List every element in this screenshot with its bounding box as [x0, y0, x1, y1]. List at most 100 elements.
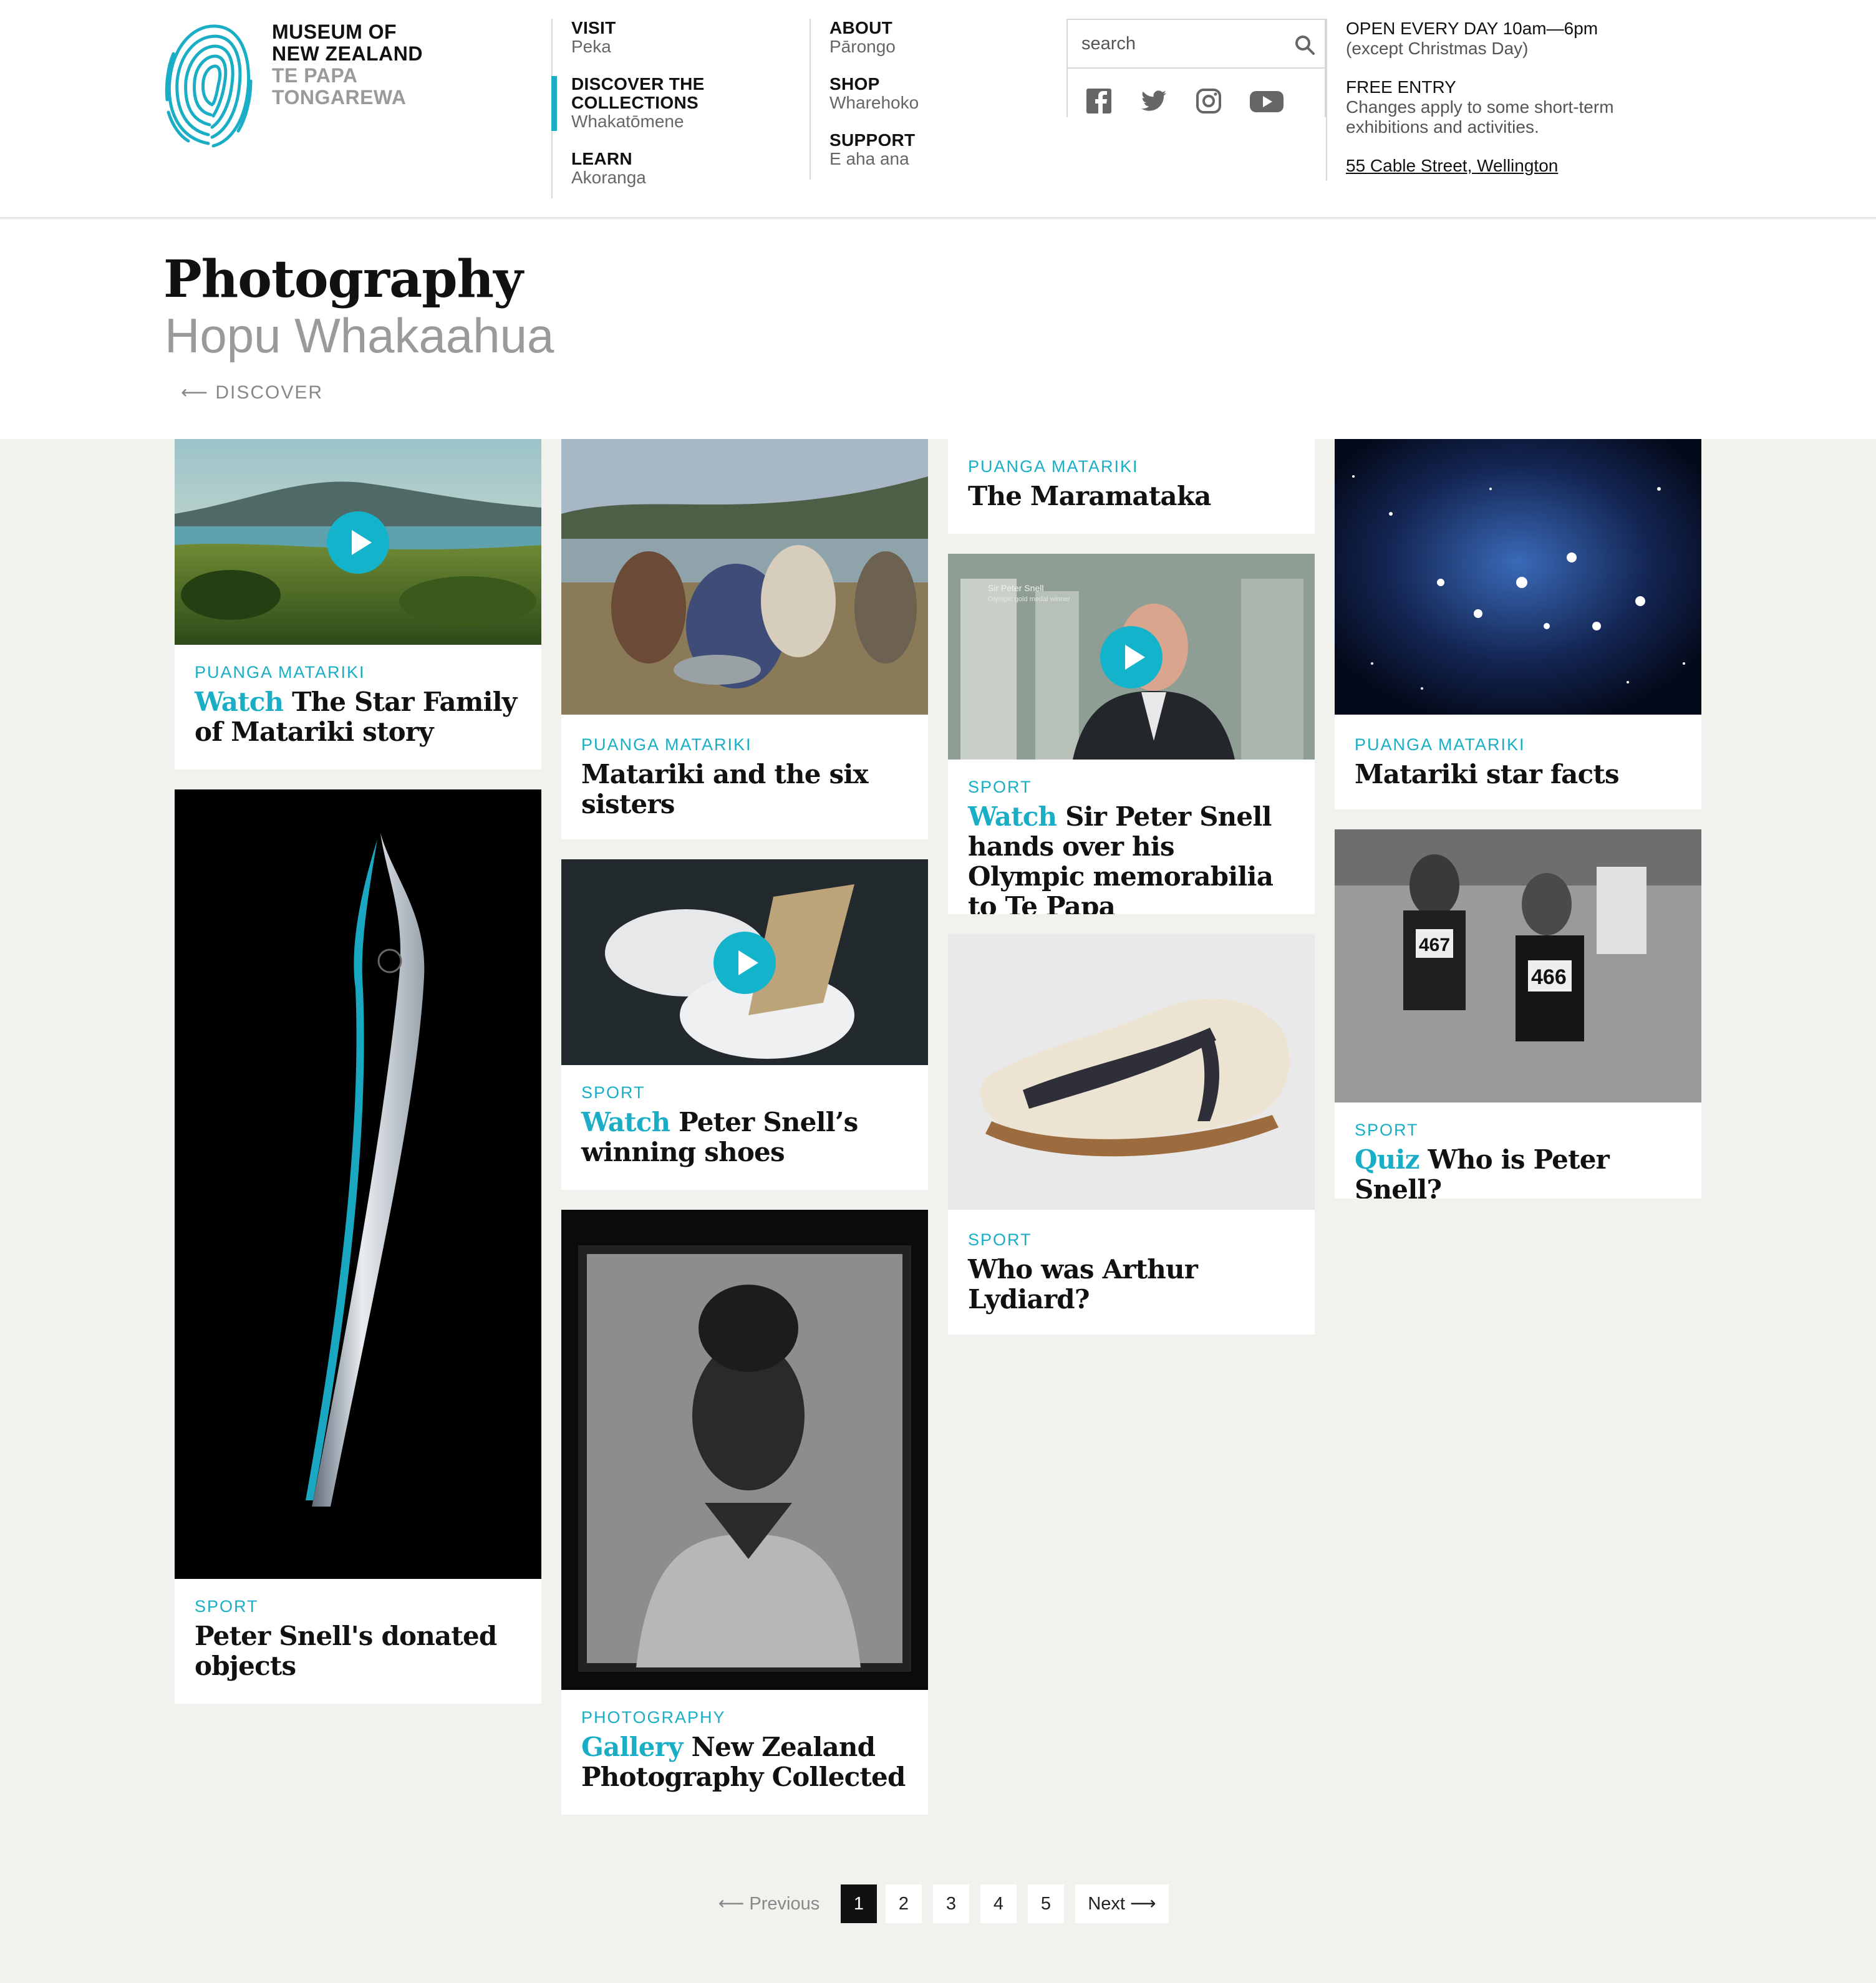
- card-body: SPORT Who was Arthur Lydiard?: [968, 1230, 1297, 1315]
- page-2-button[interactable]: 2: [886, 1884, 922, 1923]
- card-title-text: Matariki star facts: [1355, 759, 1620, 789]
- nav-label: VISIT: [571, 18, 616, 37]
- site-header: MUSEUM OF NEW ZEALAND TE PAPA TONGAREWA …: [0, 0, 1876, 218]
- card-sir-peter-snell-video[interactable]: Sir Peter Snell Olympic gold medal winne…: [948, 554, 1315, 914]
- nav-discover-collections[interactable]: DISCOVER THE COLLECTIONS Whakatōmene: [551, 75, 705, 131]
- card-title-prefix: Watch: [581, 1107, 670, 1137]
- olympic-torch-image: [175, 789, 541, 1579]
- card-peter-snell-quiz[interactable]: 467 466 SPORT Quiz Who is Peter Snell?: [1335, 829, 1701, 1199]
- card-nz-photography-gallery[interactable]: PHOTOGRAPHY Gallery New Zealand Photogra…: [561, 1210, 928, 1815]
- card-title: Peter Snell's donated objects: [195, 1621, 524, 1681]
- address-link[interactable]: 55 Cable Street, Wellington: [1346, 156, 1614, 176]
- opening-hours-note: (except Christmas Day): [1346, 39, 1529, 58]
- search-box: [1068, 19, 1326, 69]
- card-title: Watch The Star Family of Matariki story: [195, 687, 524, 747]
- nav-support[interactable]: SUPPORT E aha ana: [829, 131, 919, 168]
- card-body: PUANGA MATARIKI Matariki and the six sis…: [581, 735, 911, 819]
- card-arthur-lydiard[interactable]: SPORT Who was Arthur Lydiard?: [948, 934, 1315, 1334]
- brand-line-2: NEW ZEALAND: [272, 42, 423, 65]
- running-shoe-image: [948, 934, 1315, 1210]
- opening-hours: OPEN EVERY DAY 10am—6pm: [1346, 19, 1598, 38]
- card-matariki-six-sisters[interactable]: PUANGA MATARIKI Matariki and the six sis…: [561, 439, 928, 839]
- card-title-prefix: Gallery: [581, 1732, 683, 1762]
- entry-info: FREE ENTRY: [1346, 77, 1456, 97]
- card-matariki-star-facts[interactable]: PUANGA MATARIKI Matariki star facts: [1335, 439, 1701, 809]
- play-video-icon[interactable]: [1100, 626, 1163, 688]
- portrait-photograph-image: [561, 1210, 928, 1690]
- twitter-icon[interactable]: [1139, 86, 1169, 116]
- card-category: SPORT: [968, 778, 1032, 796]
- card-title: Matariki and the six sisters: [581, 760, 911, 819]
- play-video-icon[interactable]: [713, 932, 776, 994]
- entry-note-line-1: Changes apply to some short-term: [1346, 97, 1614, 117]
- instagram-icon[interactable]: [1194, 86, 1224, 116]
- card-title-prefix: Quiz: [1355, 1144, 1420, 1175]
- nav-shop[interactable]: SHOP Wharehoko: [829, 75, 919, 112]
- page-subtitle: Hopu Whakaahua: [165, 308, 554, 363]
- card-title-text: Peter Snell's donated objects: [195, 1621, 497, 1681]
- card-peter-snell-donated-objects[interactable]: SPORT Peter Snell's donated objects: [175, 789, 541, 1704]
- card-star-family-video[interactable]: PUANGA MATARIKI Watch The Star Family of…: [175, 439, 541, 770]
- nav-label-maori: Whakatōmene: [571, 112, 684, 131]
- runner-bib-467: 467: [1419, 935, 1450, 955]
- previous-page-button[interactable]: ⟵ Previous: [716, 1884, 822, 1923]
- video-caption-role: Olympic gold medal winner: [988, 596, 1070, 603]
- page-4-button[interactable]: 4: [980, 1884, 1017, 1923]
- search-and-social: [1066, 19, 1326, 117]
- card-title: Who was Arthur Lydiard?: [968, 1255, 1297, 1315]
- nav-label-maori: Akoranga: [571, 168, 646, 187]
- card-title-prefix: Watch: [968, 801, 1057, 832]
- card-body: SPORT Watch Sir Peter Snell hands over h…: [968, 777, 1297, 914]
- youtube-icon[interactable]: [1249, 86, 1285, 116]
- brand-line-3: TE PAPA: [272, 64, 358, 87]
- nav-label: SHOP: [829, 74, 880, 94]
- card-title: Quiz Who is Peter Snell?: [1355, 1145, 1684, 1199]
- runner-bib-466: 466: [1531, 965, 1567, 989]
- nav-label-line-2: COLLECTIONS: [571, 93, 699, 112]
- card-title: Watch Peter Snell’s winning shoes: [581, 1107, 911, 1167]
- brand-line-4: TONGAREWA: [272, 86, 407, 109]
- facebook-icon[interactable]: [1084, 86, 1114, 116]
- te-papa-fingerprint-logo[interactable]: [163, 19, 253, 151]
- nav-label-maori: E aha ana: [829, 149, 909, 168]
- brand-wordmark[interactable]: MUSEUM OF NEW ZEALAND TE PAPA TONGAREWA: [272, 21, 423, 109]
- video-caption-name: Sir Peter Snell: [988, 583, 1043, 593]
- card-category: SPORT: [195, 1597, 259, 1616]
- back-to-discover-link[interactable]: ⟵ DISCOVER: [181, 382, 323, 403]
- card-body: PUANGA MATARIKI The Maramataka: [968, 456, 1297, 511]
- nav-label-maori: Pārongo: [829, 37, 896, 56]
- entry-note-line-2: exhibitions and activities.: [1346, 117, 1539, 137]
- page-1-button[interactable]: 1: [841, 1884, 877, 1923]
- card-category: SPORT: [968, 1230, 1032, 1249]
- play-video-icon[interactable]: [327, 511, 389, 574]
- page-5-button[interactable]: 5: [1028, 1884, 1064, 1923]
- nav-learn[interactable]: LEARN Akoranga: [571, 150, 705, 187]
- card-category: PUANGA MATARIKI: [968, 457, 1139, 476]
- painting-image: [561, 439, 928, 715]
- star-cluster-image: [1335, 439, 1701, 715]
- card-category: SPORT: [581, 1083, 645, 1102]
- card-category: PHOTOGRAPHY: [581, 1708, 726, 1727]
- next-page-button[interactable]: Next ⟶: [1075, 1884, 1169, 1923]
- card-body: PHOTOGRAPHY Gallery New Zealand Photogra…: [581, 1707, 911, 1792]
- card-title: Watch Sir Peter Snell hands over his Oly…: [968, 801, 1297, 915]
- search-input[interactable]: [1081, 29, 1281, 59]
- card-maramataka[interactable]: PUANGA MATARIKI The Maramataka: [948, 439, 1315, 534]
- brand-line-1: MUSEUM OF: [272, 21, 397, 43]
- card-category: PUANGA MATARIKI: [1355, 735, 1525, 754]
- search-icon[interactable]: [1293, 34, 1316, 56]
- main-nav-column-1: VISIT Peka DISCOVER THE COLLECTIONS Whak…: [551, 19, 705, 198]
- card-title: Gallery New Zealand Photography Collecte…: [581, 1732, 911, 1792]
- page-3-button[interactable]: 3: [933, 1884, 969, 1923]
- nav-label-maori: Peka: [571, 37, 611, 56]
- nav-about[interactable]: ABOUT Pārongo: [829, 19, 919, 56]
- nav-label: SUPPORT: [829, 130, 916, 150]
- card-title-text: The Maramataka: [968, 481, 1211, 511]
- card-category: PUANGA MATARIKI: [195, 663, 365, 682]
- card-peter-snell-shoes-video[interactable]: SPORT Watch Peter Snell’s winning shoes: [561, 859, 928, 1190]
- card-title: The Maramataka: [968, 481, 1297, 511]
- card-title-text: Matariki and the six sisters: [581, 759, 869, 819]
- card-category: SPORT: [1355, 1121, 1419, 1139]
- card-body: SPORT Watch Peter Snell’s winning shoes: [581, 1083, 911, 1167]
- nav-visit[interactable]: VISIT Peka: [571, 19, 705, 56]
